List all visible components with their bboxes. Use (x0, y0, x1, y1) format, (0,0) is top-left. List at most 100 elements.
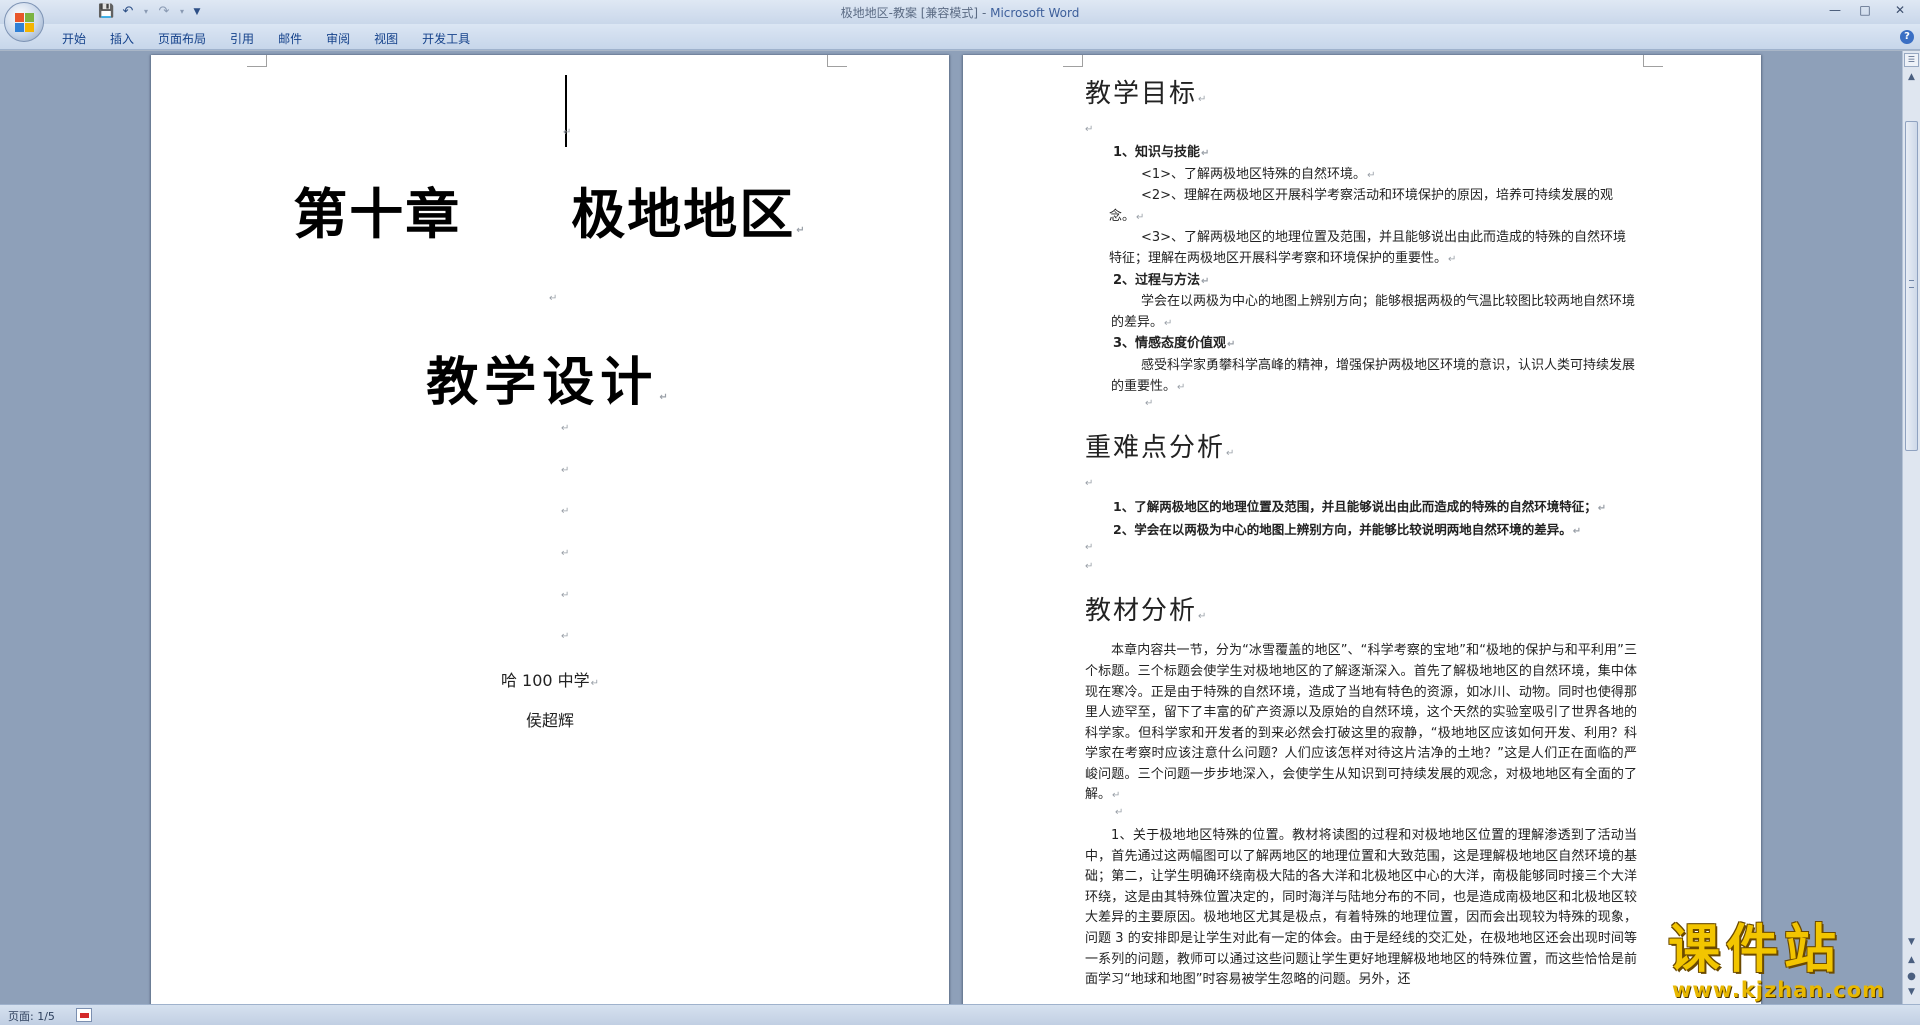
objective-item: <2>、理解在两极地区开展科学考察活动和环境保护的原因，培养可持续发展的观念。↵ (1085, 186, 1637, 228)
crop-mark (1643, 55, 1663, 67)
page-number-status[interactable]: 页面: 1/5 (8, 1008, 55, 1024)
paragraph-mark: ↵ (1198, 94, 1209, 105)
objective-item: 1、知识与技能↵ (1085, 143, 1637, 165)
window-title: 极地地区-教案 [兼容模式] - Microsoft Word (0, 4, 1920, 21)
paragraph-mark: ↵ (561, 631, 570, 642)
document-page-1[interactable]: ↵ 第十章 极地地区↵ ↵ 教学设计↵ ↵ ↵ ↵ ↵ ↵ ↵ 哈 100 中学↵… (151, 55, 949, 1004)
heading-text: 教材分析 (1085, 596, 1198, 627)
window-controls: — □ ✕ (1820, 0, 1920, 20)
scroll-down-icon[interactable]: ▼ (1903, 934, 1920, 950)
objective-text: 2、过程与方法 (1113, 272, 1201, 288)
section-heading-difficulties: 重难点分析↵ (1085, 427, 1637, 464)
paragraph-mark: ↵ (1448, 253, 1457, 265)
tab-references[interactable]: 引用 (218, 28, 266, 49)
ribbon-tabs: 开始 插入 页面布局 引用 邮件 审阅 视图 开发工具 (48, 28, 482, 49)
objective-item: 学会在以两极为中心的地图上辨别方向；能够根据两极的气温比较图比较两地自然环境的差… (1085, 292, 1637, 334)
document-page-2[interactable]: 教学目标↵ ↵ 1、知识与技能↵ <1>、了解两极地区特殊的自然环境。↵ <2>… (963, 55, 1761, 1004)
ribbon: 开始 插入 页面布局 引用 邮件 审阅 视图 开发工具 ? (0, 24, 1920, 50)
section-heading-textbook-analysis: 教材分析↵ (1085, 590, 1637, 627)
grip-icon (1909, 280, 1914, 288)
paragraph-mark: ↵ (1597, 503, 1607, 515)
paragraph-mark: ↵ (659, 392, 674, 403)
chapter-title: 第十章 极地地区↵ (151, 170, 949, 249)
empty-paragraph: ↵ (1085, 542, 1094, 554)
maximize-button[interactable]: □ (1850, 0, 1880, 20)
objective-text: <2>、理解在两极地区开展科学考察活动和环境保护的原因，培养可持续发展的观念。 (1109, 188, 1614, 224)
analysis-paragraph: 本章内容共一节，分为“冰雪覆盖的地区”、“科学考察的宝地”和“极地的保护与和平利… (1085, 641, 1637, 807)
chapter-number: 第十章 (293, 182, 462, 246)
heading-text: 重难点分析 (1085, 433, 1226, 464)
tab-mailings[interactable]: 邮件 (266, 28, 314, 49)
proofing-icon[interactable] (76, 1008, 92, 1022)
design-title-text: 教学设计 (426, 352, 659, 413)
empty-paragraph: ↵ (1115, 807, 1124, 819)
difficulty-item: 2、学会在以两极为中心的地图上辨别方向，并能够比较说明两地自然环境的差异。↵ (1085, 520, 1637, 543)
select-browse-object-icon[interactable]: ● (1904, 969, 1919, 984)
paragraph-mark: ↵ (1112, 790, 1121, 802)
analysis-paragraph: 1、关于极地地区特殊的位置。教材将读图的过程和对极地地区位置的理解渗透到了活动当… (1085, 828, 1637, 988)
chapter-name: 极地地区 (571, 182, 796, 246)
paragraph-mark: ↵ (1201, 148, 1210, 159)
tab-developer[interactable]: 开发工具 (410, 28, 482, 49)
tab-home[interactable]: 开始 (48, 28, 98, 49)
paragraph-mark: ↵ (1201, 275, 1210, 287)
tab-insert[interactable]: 插入 (98, 28, 146, 49)
paragraph-mark: ↵ (1572, 525, 1582, 537)
school-text: 哈 100 中学 (500, 671, 590, 690)
empty-paragraph: ↵ (1085, 124, 1094, 135)
difficulty-item: 1、了解两极地区的地理位置及范围，并且能够说出由此而造成的特殊的自然环境特征；↵ (1085, 497, 1637, 520)
objective-text: 学会在以两极为中心的地图上辨别方向；能够根据两极的气温比较图比较两地自然环境的差… (1111, 294, 1636, 330)
tab-page-layout[interactable]: 页面布局 (146, 28, 218, 49)
scroll-thumb[interactable] (1905, 121, 1918, 451)
previous-page-icon[interactable]: ▲ (1904, 953, 1919, 968)
paragraph-mark: ↵ (561, 465, 570, 476)
minimize-button[interactable]: — (1820, 0, 1850, 20)
paragraph-mark: ↵ (1177, 381, 1186, 393)
paragraph-mark: ↵ (1198, 611, 1209, 623)
paragraph-mark: ↵ (1227, 339, 1236, 351)
office-button[interactable] (4, 2, 44, 42)
paragraph-text: 本章内容共一节，分为“冰雪覆盖的地区”、“科学考察的宝地”和“极地的保护与和平利… (1085, 643, 1637, 803)
objective-text: <3>、了解两极地区的地理位置及范围，并且能够说出由此而造成的特殊的自然环境特征… (1109, 230, 1627, 266)
paragraph-mark: ↵ (1367, 169, 1376, 181)
paragraph-mark: ↵ (796, 225, 807, 236)
empty-paragraph: ↵ (1145, 398, 1154, 410)
objective-item: 3、情感态度价值观↵ (1085, 334, 1637, 356)
close-button[interactable]: ✕ (1880, 0, 1920, 20)
paragraph-mark: ↵ (549, 293, 558, 304)
paragraph-mark: ↵ (561, 423, 570, 434)
paragraph-mark: ↵ (1226, 448, 1237, 460)
difficulty-text: 2、学会在以两极为中心的地图上辨别方向，并能够比较说明两地自然环境的差异。 (1113, 521, 1572, 537)
objective-text: 3、情感态度价值观 (1113, 336, 1227, 352)
paragraph-mark: ↵ (561, 548, 570, 559)
school-name: 哈 100 中学↵ (151, 667, 949, 691)
tab-view[interactable]: 视图 (362, 28, 410, 49)
objective-text: 感受科学家勇攀科学高峰的精神，增强保护两极地区环境的意识，认识人类可持续发展的重… (1111, 357, 1636, 394)
crop-mark (247, 55, 267, 67)
objective-item: <1>、了解两极地区特殊的自然环境。↵ (1085, 165, 1637, 187)
section-heading-objectives: 教学目标↵ (1085, 73, 1637, 110)
empty-paragraph: ↵ (1085, 561, 1094, 573)
heading-text: 教学目标 (1085, 79, 1198, 109)
tab-review[interactable]: 审阅 (314, 28, 362, 49)
title-bar: 💾 ↶ ▾ ↷ ▾ ▼ 极地地区-教案 [兼容模式] - Microsoft W… (0, 0, 1920, 24)
paragraph-mark: ↵ (561, 506, 570, 517)
vertical-scrollbar[interactable]: ☰ ▲ ▼ ▲ ● ▼ (1902, 51, 1920, 1004)
scroll-up-icon[interactable]: ▲ (1903, 69, 1920, 85)
objective-item: 感受科学家勇攀科学高峰的精神，增强保护两极地区环境的意识，认识人类可持续发展的重… (1085, 356, 1637, 398)
crop-mark (827, 55, 847, 67)
status-bar: 页面: 1/5 (0, 1004, 1920, 1025)
next-page-icon[interactable]: ▼ (1904, 985, 1919, 1000)
help-icon[interactable]: ? (1900, 30, 1914, 44)
page2-content: 教学目标↵ ↵ 1、知识与技能↵ <1>、了解两极地区特殊的自然环境。↵ <2>… (1085, 73, 1637, 991)
document-name: 极地地区-教案 [兼容模式] (840, 6, 979, 20)
paragraph-mark: ↵ (1136, 211, 1145, 223)
document-workspace: ↵ 第十章 极地地区↵ ↵ 教学设计↵ ↵ ↵ ↵ ↵ ↵ ↵ 哈 100 中学↵… (0, 51, 1902, 1004)
design-title: 教学设计↵ (151, 340, 949, 415)
objective-text: <1>、了解两极地区特殊的自然环境。 (1141, 166, 1367, 182)
difficulty-text: 1、了解两极地区的地理位置及范围，并且能够说出由此而造成的特殊的自然环境特征； (1113, 499, 1597, 515)
view-ruler-icon[interactable]: ☰ (1904, 53, 1919, 67)
paragraph-mark: ↵ (563, 127, 572, 138)
empty-paragraph: ↵ (1085, 478, 1094, 490)
title-separator: - (978, 6, 991, 20)
